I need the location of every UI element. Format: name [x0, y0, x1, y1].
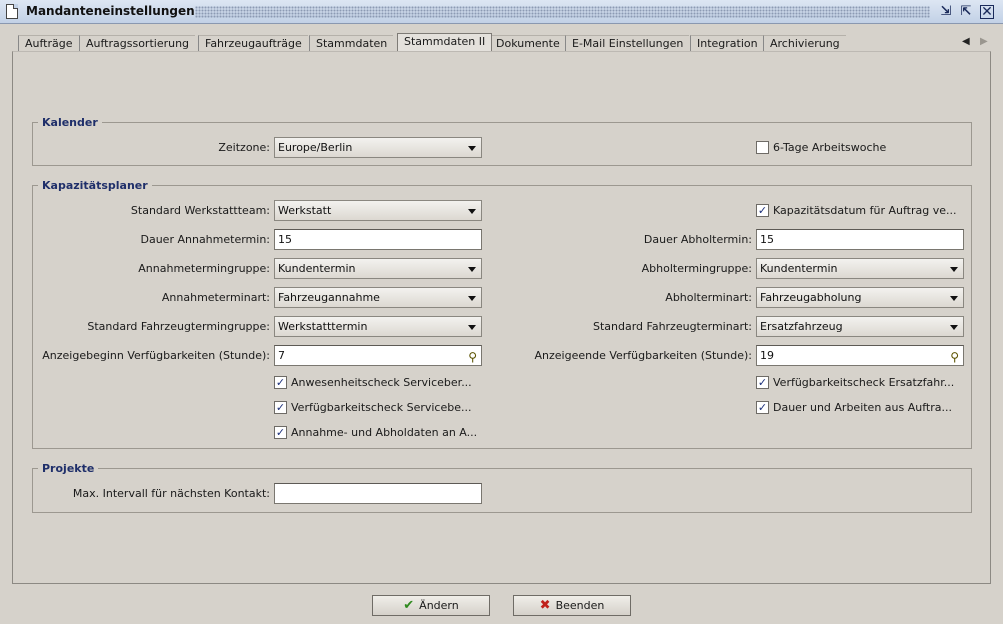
spinner-icon[interactable]: ⚲: [950, 348, 959, 367]
window-title: Mandanteneinstellungen: [26, 4, 195, 18]
verfuegbarkeitscheck-ersatz-label: Verfügbarkeitscheck Ersatzfahr...: [773, 376, 955, 389]
maximize-icon[interactable]: ⇱: [958, 4, 974, 20]
title-bar: Mandanteneinstellungen ⇲ ⇱ ✕: [0, 0, 1003, 24]
title-bar-grip[interactable]: [195, 6, 930, 18]
fahrzeugterminart-label: Standard Fahrzeugterminart:: [592, 320, 752, 333]
beenden-label: Beenden: [555, 599, 605, 612]
anzeigeende-value: 19: [760, 349, 774, 362]
kalender-legend: Kalender: [42, 116, 98, 129]
chevron-down-icon: [950, 267, 958, 272]
chevron-down-icon: [468, 146, 476, 151]
intervall-label: Max. Intervall für nächsten Kontakt:: [72, 487, 270, 500]
anzeigebeginn-label: Anzeigebeginn Verfügbarkeiten (Stunde):: [42, 349, 270, 362]
projekte-legend: Projekte: [42, 462, 95, 475]
zeitzone-select[interactable]: Europe/Berlin: [274, 137, 482, 158]
tab-scroll-right-icon[interactable]: ▶: [980, 36, 988, 47]
zeitzone-label: Zeitzone:: [218, 141, 270, 154]
checkbox-box[interactable]: [756, 140, 769, 154]
anzeigeende-input[interactable]: 19 ⚲: [756, 345, 964, 366]
chevron-down-icon: [468, 209, 476, 214]
annahmeterminart-value: Fahrzeugannahme: [278, 291, 380, 304]
anwesenheitscheck-label: Anwesenheitscheck Serviceber...: [291, 376, 472, 389]
tab-auftragssortierung[interactable]: Auftragssortierung: [79, 35, 196, 52]
annahmetermingruppe-select[interactable]: Kundentermin: [274, 258, 482, 279]
anzeigebeginn-value: 7: [278, 349, 285, 362]
annahmetermingruppe-label: Annahmetermingruppe:: [138, 262, 270, 275]
fahrzeugtermingruppe-select[interactable]: Werkstatttermin: [274, 316, 482, 337]
dauer-abholtermin-input[interactable]: 15: [756, 229, 964, 250]
tab-archivierung[interactable]: Archivierung: [763, 35, 846, 52]
anwesenheitscheck-checkbox[interactable]: ✓ Anwesenheitscheck Serviceber...: [274, 375, 472, 391]
tab-dokumente[interactable]: Dokumente: [489, 35, 566, 52]
abholtermingruppe-select[interactable]: Kundentermin: [756, 258, 964, 279]
dauer-abholtermin-label: Dauer Abholtermin:: [643, 233, 752, 246]
tab-stammdaten[interactable]: Stammdaten: [309, 35, 394, 52]
close-icon[interactable]: ✕: [980, 5, 994, 19]
dauer-arbeiten-label: Dauer und Arbeiten aus Auftra...: [773, 401, 952, 414]
verfuegbarkeitscheck-service-checkbox[interactable]: ✓ Verfügbarkeitscheck Servicebe...: [274, 400, 471, 416]
fahrzeugterminart-value: Ersatzfahrzeug: [760, 320, 843, 333]
werkstattteam-value: Werkstatt: [278, 204, 332, 217]
verfuegbarkeitscheck-service-label: Verfügbarkeitscheck Servicebe...: [291, 401, 472, 414]
werkstattteam-label: Standard Werkstattteam:: [130, 204, 270, 217]
spinner-icon[interactable]: ⚲: [468, 348, 477, 367]
anzeigebeginn-input[interactable]: 7 ⚲: [274, 345, 482, 366]
chevron-down-icon: [950, 325, 958, 330]
tab-stammdaten-ii[interactable]: Stammdaten II: [397, 33, 493, 51]
annahmetermingruppe-value: Kundentermin: [278, 262, 356, 275]
checkbox-box[interactable]: ✓: [756, 400, 769, 414]
fahrzeugterminart-select[interactable]: Ersatzfahrzeug: [756, 316, 964, 337]
checkbox-box[interactable]: ✓: [274, 425, 287, 439]
sechs-tage-label: 6-Tage Arbeitswoche: [773, 141, 887, 154]
checkbox-box[interactable]: ✓: [756, 203, 769, 217]
tab-scroll-left-icon[interactable]: ◀: [962, 36, 970, 47]
annahme-abholdaten-label: Annahme- und Abholdaten an A...: [291, 426, 478, 439]
checkbox-box[interactable]: ✓: [274, 375, 287, 389]
annahme-abholdaten-checkbox[interactable]: ✓ Annahme- und Abholdaten an A...: [274, 425, 477, 441]
sechs-tage-checkbox[interactable]: 6-Tage Arbeitswoche: [756, 140, 886, 156]
chevron-down-icon: [950, 296, 958, 301]
chevron-down-icon: [468, 296, 476, 301]
tab-fahrzeugauftraege[interactable]: Fahrzeugaufträge: [198, 35, 308, 52]
tab-strip: Aufträge Auftragssortierung Fahrzeugauft…: [12, 33, 1002, 52]
aendern-label: Ändern: [419, 599, 459, 612]
tab-email-einstellungen[interactable]: E-Mail Einstellungen: [565, 35, 690, 52]
annahmeterminart-select[interactable]: Fahrzeugannahme: [274, 287, 482, 308]
dauer-annahmetermin-label: Dauer Annahmetermin:: [140, 233, 271, 246]
chevron-down-icon: [468, 325, 476, 330]
close-x-icon: ✖: [539, 598, 551, 613]
abholtermingruppe-value: Kundentermin: [760, 262, 838, 275]
annahmeterminart-label: Annahmeterminart:: [161, 291, 270, 304]
abholterminart-label: Abholterminart:: [665, 291, 752, 304]
dauer-arbeiten-checkbox[interactable]: ✓ Dauer und Arbeiten aus Auftra...: [756, 400, 952, 416]
kapazitaetsplaner-legend: Kapazitätsplaner: [42, 179, 148, 192]
abholterminart-select[interactable]: Fahrzeugabholung: [756, 287, 964, 308]
checkmark-icon: ✔: [403, 598, 415, 613]
abholtermingruppe-label: Abholtermingruppe:: [641, 262, 752, 275]
werkstattteam-select[interactable]: Werkstatt: [274, 200, 482, 221]
anzeigeende-label: Anzeigeende Verfügbarkeiten (Stunde):: [534, 349, 753, 362]
kapazitaetsdatum-label: Kapazitätsdatum für Auftrag ve...: [773, 204, 957, 217]
aendern-button[interactable]: ✔ Ändern: [372, 595, 490, 616]
zeitzone-value: Europe/Berlin: [278, 141, 353, 154]
fahrzeugtermingruppe-label: Standard Fahrzeugtermingruppe:: [87, 320, 270, 333]
document-icon: [6, 4, 18, 19]
verfuegbarkeitscheck-ersatz-checkbox[interactable]: ✓ Verfügbarkeitscheck Ersatzfahr...: [756, 375, 954, 391]
fahrzeugtermingruppe-value: Werkstatttermin: [278, 320, 368, 333]
checkbox-box[interactable]: ✓: [756, 375, 769, 389]
tab-auftraege[interactable]: Aufträge: [18, 35, 79, 52]
intervall-input[interactable]: [274, 483, 482, 504]
restore-icon[interactable]: ⇲: [938, 4, 954, 20]
chevron-down-icon: [468, 267, 476, 272]
beenden-button[interactable]: ✖ Beenden: [513, 595, 631, 616]
dauer-annahmetermin-input[interactable]: 15: [274, 229, 482, 250]
abholterminart-value: Fahrzeugabholung: [760, 291, 862, 304]
tab-integration[interactable]: Integration: [690, 35, 764, 52]
kapazitaetsdatum-checkbox[interactable]: ✓ Kapazitätsdatum für Auftrag ve...: [756, 203, 957, 219]
checkbox-box[interactable]: ✓: [274, 400, 287, 414]
